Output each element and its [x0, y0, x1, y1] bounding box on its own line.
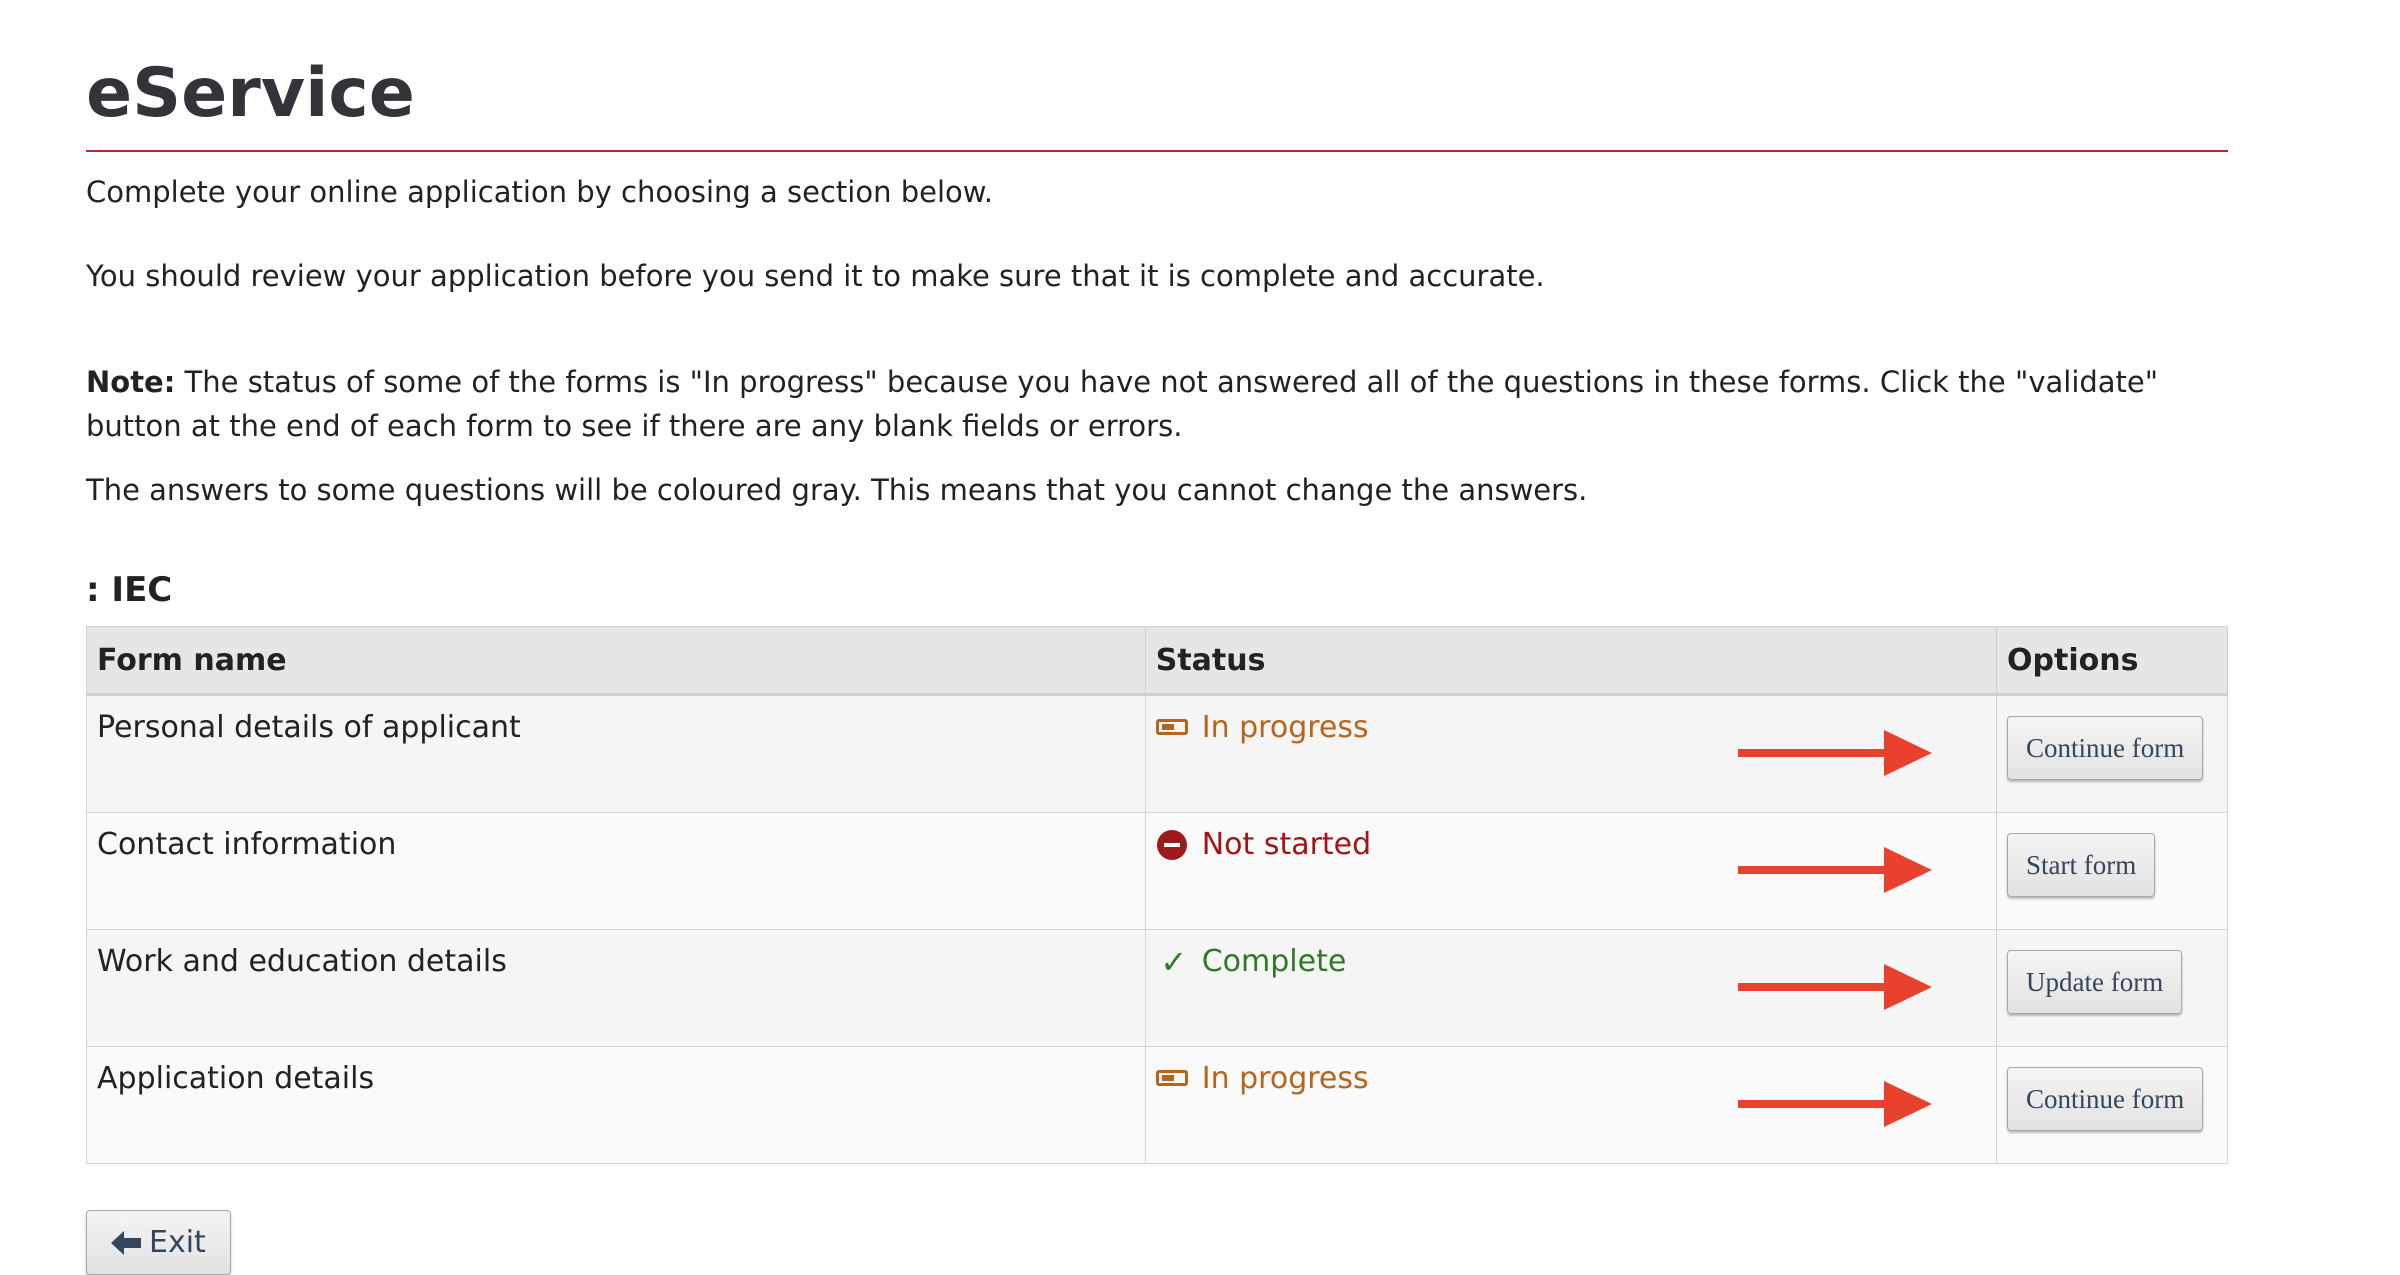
table-row: Application details In progress Continue… — [86, 1046, 2228, 1164]
not-started-icon — [1156, 829, 1192, 860]
red-arrow-icon — [1738, 847, 1933, 893]
update-form-button[interactable]: Update form — [2007, 950, 2183, 1014]
in-progress-icon — [1155, 713, 1192, 743]
header-status: Status — [1144, 626, 1998, 696]
status-cell: Not started — [1144, 812, 1998, 930]
continue-form-button[interactable]: Continue form — [2007, 716, 2204, 780]
page-title: eService — [86, 50, 2228, 152]
status-in-progress: In progress — [1155, 710, 1369, 745]
forms-table: Form name Status Options Personal detail… — [86, 626, 2228, 1164]
check-icon: ✓ — [1160, 942, 1188, 981]
note-label: Note: — [86, 365, 176, 399]
status-label: In progress — [1201, 1061, 1369, 1096]
form-name-cell: Application details — [86, 1046, 1146, 1164]
page-content: eService Complete your online applicatio… — [86, 50, 2228, 1275]
form-name-cell: Personal details of applicant — [86, 694, 1146, 813]
status-in-progress: In progress — [1155, 1061, 1369, 1096]
table-row: Contact information Not started Start fo… — [86, 812, 2228, 930]
status-complete: ✓ Complete — [1156, 942, 1347, 981]
header-options: Options — [1996, 626, 2228, 696]
options-cell: Update form — [1996, 929, 2228, 1047]
header-form-name: Form name — [86, 626, 1146, 696]
exit-label: Exit — [149, 1225, 206, 1260]
section-title: : IEC — [86, 570, 173, 610]
continue-form-button[interactable]: Continue form — [2007, 1067, 2204, 1131]
review-text: You should review your application befor… — [86, 259, 1545, 293]
status-label: Complete — [1201, 944, 1347, 979]
in-progress-icon — [1155, 1064, 1192, 1094]
status-label: Not started — [1201, 827, 1372, 862]
status-not-started: Not started — [1156, 827, 1371, 862]
form-name-cell: Work and education details — [86, 929, 1146, 1047]
status-label: In progress — [1201, 710, 1369, 745]
form-name-cell: Contact information — [86, 812, 1146, 930]
status-cell: In progress — [1144, 1046, 1998, 1164]
options-cell: Start form — [1996, 812, 2228, 930]
status-cell: In progress — [1144, 694, 1998, 813]
red-arrow-icon — [1738, 730, 1933, 776]
exit-button[interactable]: Exit — [86, 1210, 231, 1275]
options-cell: Continue form — [1996, 1046, 2228, 1164]
note-paragraph: Note: The status of some of the forms is… — [86, 360, 2228, 448]
red-arrow-icon — [1738, 964, 1933, 1010]
arrow-left-icon — [111, 1230, 141, 1255]
note-text: The status of some of the forms is "In p… — [86, 365, 2159, 443]
table-row: Work and education details ✓ Complete Up… — [86, 929, 2228, 1047]
start-form-button[interactable]: Start form — [2007, 833, 2156, 897]
red-arrow-icon — [1738, 1081, 1933, 1127]
intro-text: Complete your online application by choo… — [86, 175, 994, 209]
status-cell: ✓ Complete — [1144, 929, 1998, 1047]
gray-answers-note: The answers to some questions will be co… — [86, 473, 1588, 507]
table-row: Personal details of applicant In progres… — [86, 694, 2228, 813]
table-header-row: Form name Status Options — [86, 626, 2228, 696]
options-cell: Continue form — [1996, 694, 2228, 813]
